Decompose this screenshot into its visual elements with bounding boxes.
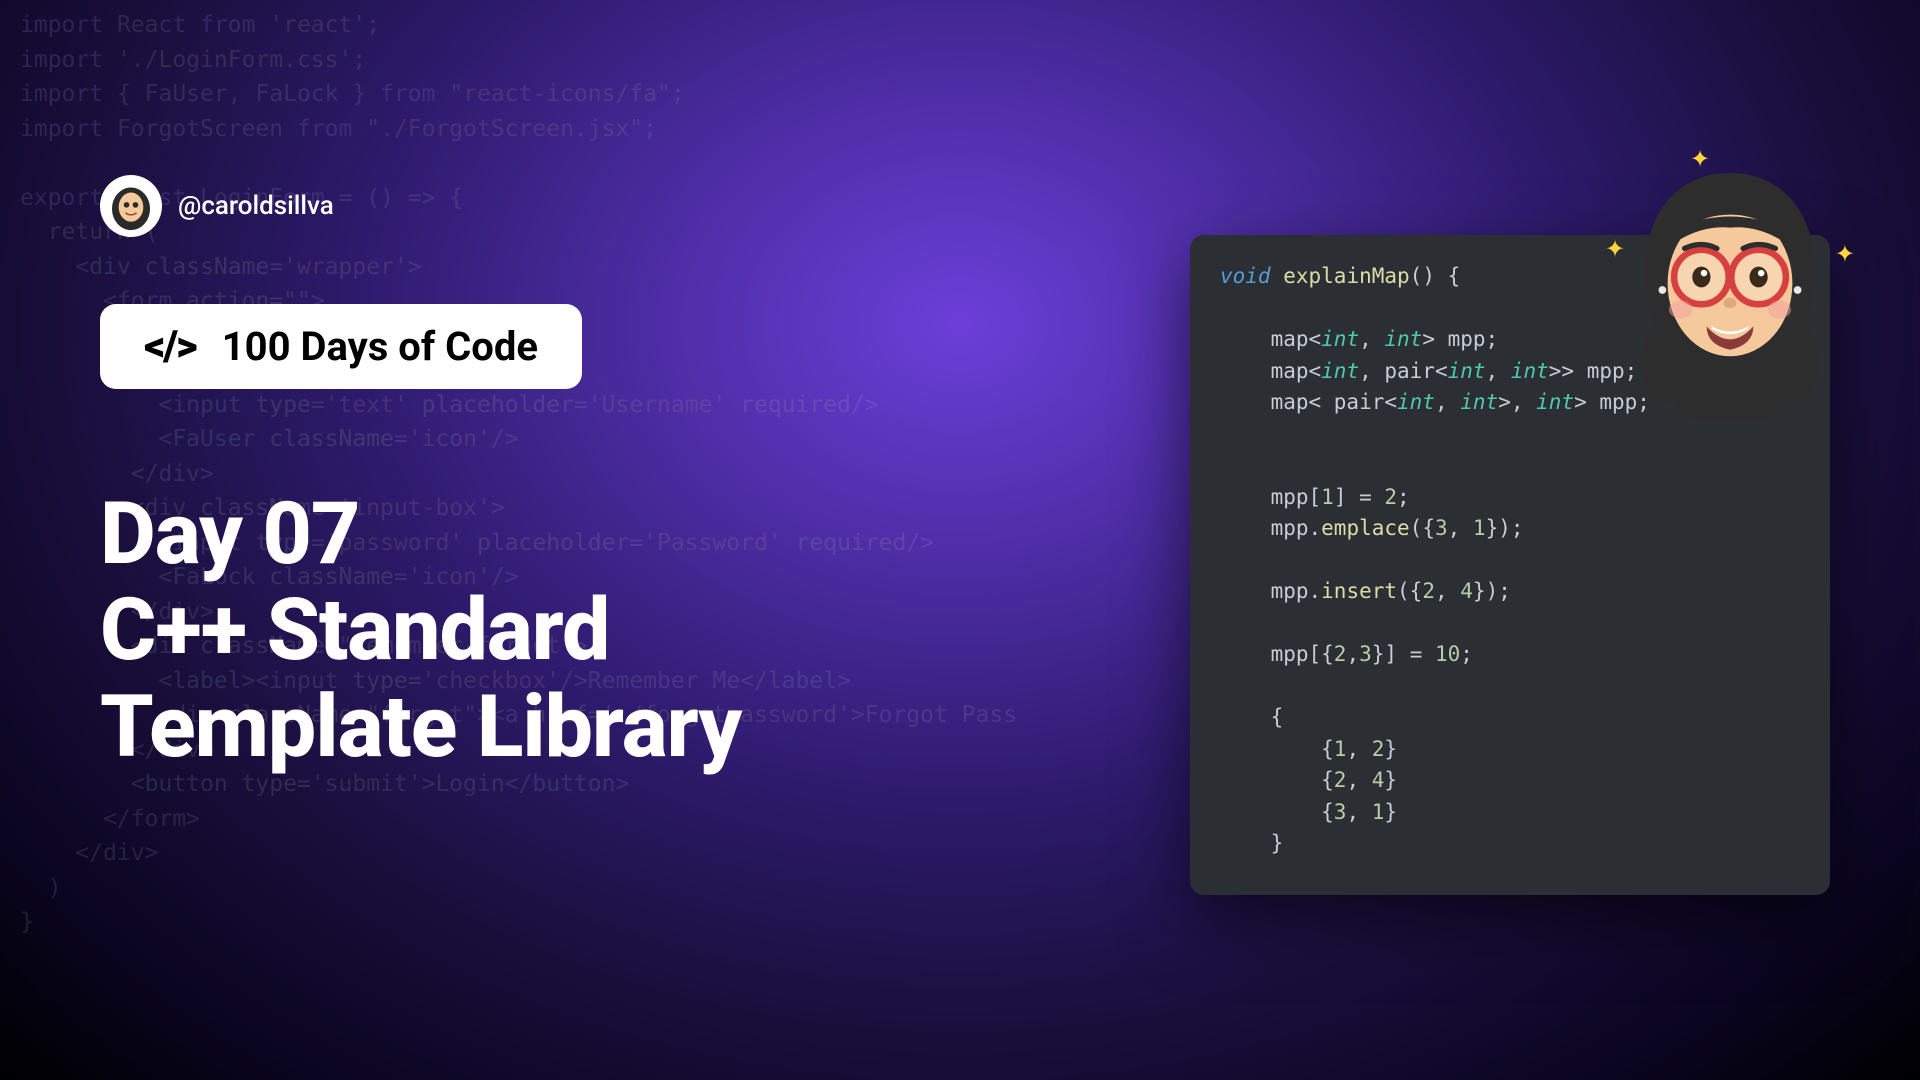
sparkle-icon: ✦ (1605, 235, 1625, 263)
headline-line-1: Day 07 (100, 486, 741, 582)
headline-line-3: Template Library (100, 679, 741, 775)
memoji-large-icon (1600, 145, 1860, 435)
challenge-tag: </> 100 Days of Code (100, 304, 582, 389)
memoji-icon (103, 178, 159, 234)
tag-label: 100 Days of Code (222, 323, 538, 370)
code-icon: </> (144, 322, 196, 371)
user-handle: @caroldsillva (178, 191, 334, 221)
sparkle-icon: ✦ (1835, 240, 1855, 268)
avatar-small (100, 175, 162, 237)
avatar-large: ✦ ✦ ✦ (1600, 145, 1860, 435)
headline-line-2: C++ Standard (100, 582, 741, 678)
headline: Day 07 C++ Standard Template Library (100, 486, 741, 775)
sparkle-icon: ✦ (1690, 145, 1710, 173)
user-badge: @caroldsillva (100, 175, 334, 237)
